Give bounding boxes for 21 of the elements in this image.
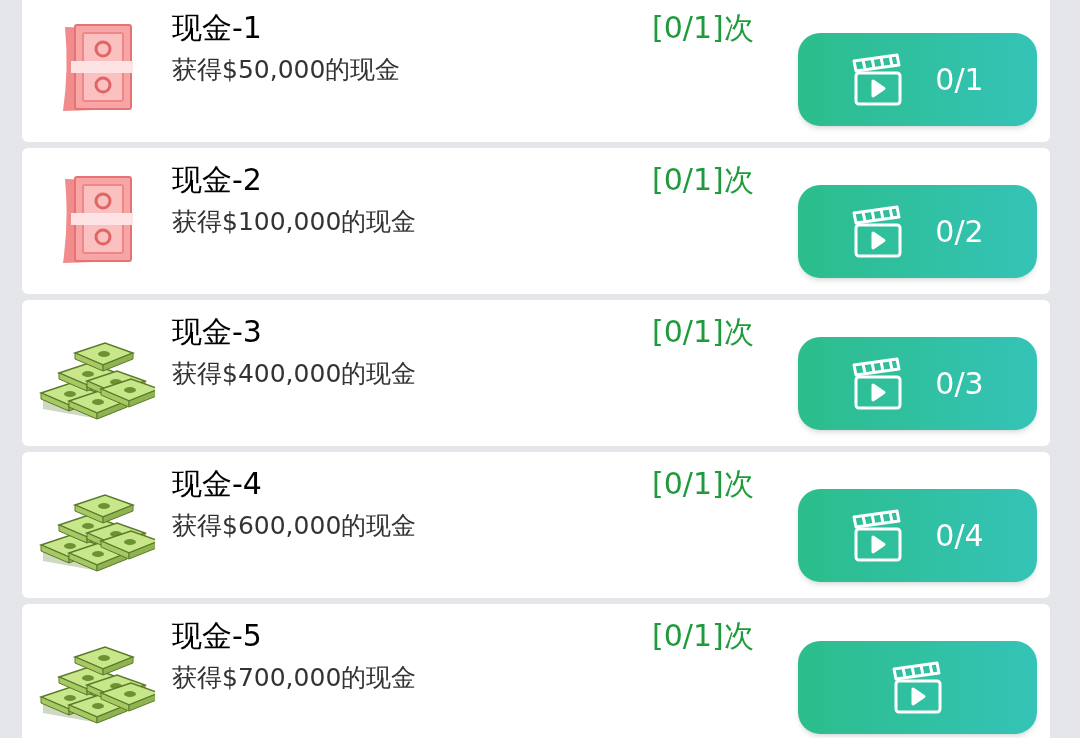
watch-video-button[interactable]: [798, 641, 1037, 734]
claim-count: [0/1]次: [652, 161, 755, 199]
reward-description: 获得$100,000的现金: [172, 206, 418, 238]
watch-video-button[interactable]: 0/2: [798, 185, 1037, 278]
video-clapperboard-icon: [890, 660, 945, 715]
watch-video-button[interactable]: 0/1: [798, 33, 1037, 126]
claim-count: [0/1]次: [652, 617, 755, 655]
reward-title: 现金-3: [172, 313, 263, 351]
watch-video-button[interactable]: 0/3: [798, 337, 1037, 430]
reward-description: 获得$50,000的现金: [172, 54, 402, 86]
watch-video-button[interactable]: 0/4: [798, 489, 1037, 582]
claim-count: [0/1]次: [652, 465, 755, 503]
reward-title: 现金-5: [172, 617, 263, 655]
reward-title: 现金-4: [172, 465, 263, 503]
reward-title: 现金-1: [172, 9, 263, 47]
reward-description: 获得$700,000的现金: [172, 662, 418, 694]
claim-count: [0/1]次: [652, 313, 755, 351]
reward-title: 现金-2: [172, 161, 263, 199]
reward-description: 获得$400,000的现金: [172, 358, 418, 390]
claim-count: [0/1]次: [652, 9, 755, 47]
reward-description: 获得$600,000的现金: [172, 510, 418, 542]
